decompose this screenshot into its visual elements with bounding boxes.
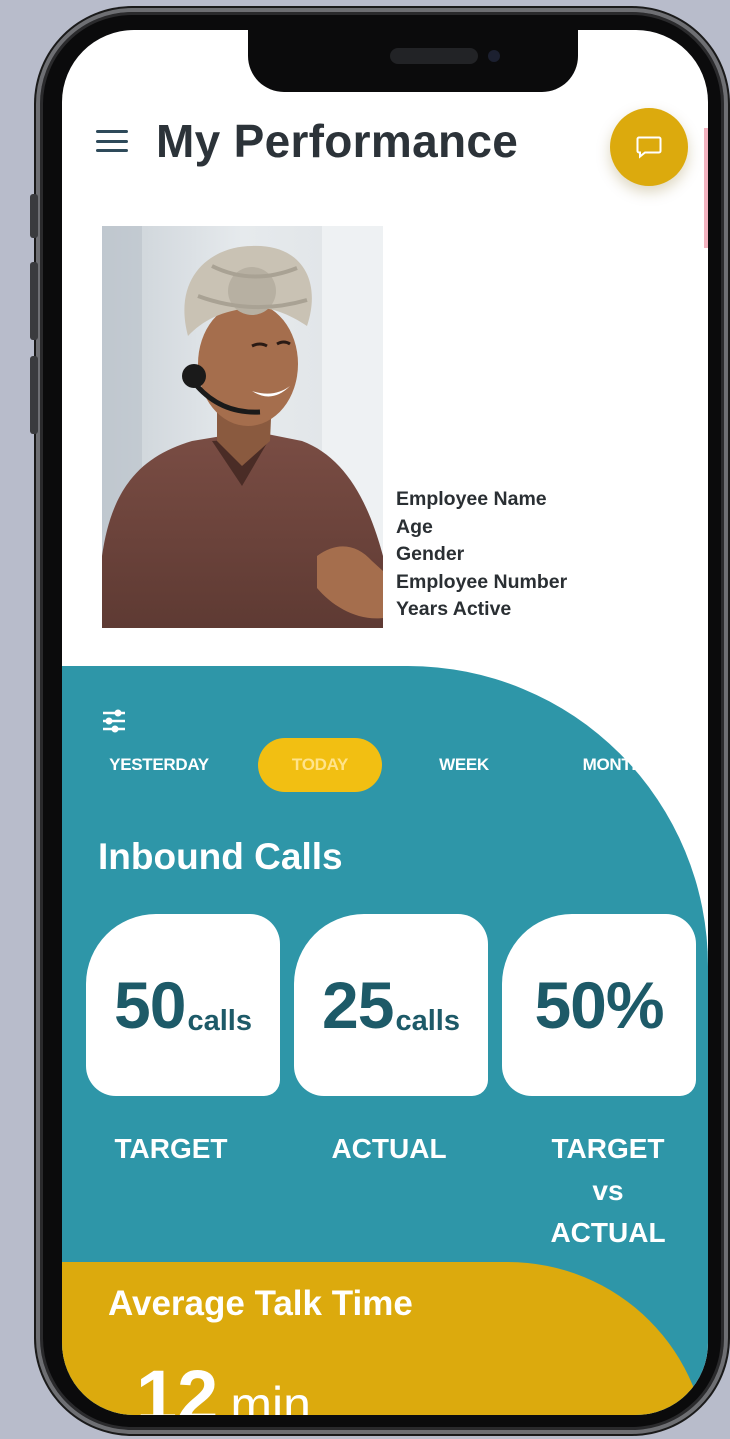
stat-unit-actual: calls xyxy=(395,1005,460,1037)
employee-photo xyxy=(102,226,383,628)
stat-card-ratio: 50% xyxy=(502,914,696,1096)
profile-field-age: Age xyxy=(396,515,433,538)
notch xyxy=(248,30,578,92)
scroll-indicator xyxy=(704,128,708,248)
sliders-icon[interactable] xyxy=(100,708,128,734)
profile-field-years-active: Years Active xyxy=(396,598,512,620)
phone-screen: My Performance Employee Name Age Gender … xyxy=(62,30,708,1415)
tab-month[interactable]: MONTH xyxy=(556,738,670,792)
stat-unit-target: calls xyxy=(187,1005,252,1037)
stat-card-target: 50 calls xyxy=(86,914,280,1096)
stat-label-ratio: TARGET vs ACTUAL xyxy=(550,1133,666,1248)
chat-bubble-icon xyxy=(636,136,662,159)
stat-value-actual: 25 xyxy=(322,968,394,1042)
volume-up-button xyxy=(30,262,38,340)
volume-down-button xyxy=(30,356,38,434)
section-title-talk-time: Average Talk Time xyxy=(108,1284,413,1323)
page-title: My Performance xyxy=(156,115,519,167)
hamburger-icon[interactable] xyxy=(96,130,128,152)
stat-value-ratio: 50% xyxy=(534,968,664,1042)
tab-today[interactable]: TODAY xyxy=(258,738,382,792)
period-tabs: YESTERDAY TODAY WEEK MONTH xyxy=(62,738,708,792)
stat-value-target: 50 xyxy=(114,968,186,1042)
stat-label-target: TARGET xyxy=(114,1133,228,1164)
stat-card-actual: 25 calls xyxy=(294,914,488,1096)
talk-time-number: 12 xyxy=(136,1355,219,1416)
mute-switch xyxy=(30,194,38,238)
profile-field-gender: Gender xyxy=(396,543,465,565)
stat-label-actual: ACTUAL xyxy=(331,1133,447,1164)
profile-field-name: Employee Name xyxy=(396,488,547,510)
tab-yesterday[interactable]: YESTERDAY xyxy=(88,738,230,792)
front-camera xyxy=(488,50,500,62)
chat-button[interactable] xyxy=(610,108,688,186)
speaker-grille xyxy=(390,48,478,64)
section-title-inbound-calls: Inbound Calls xyxy=(98,836,343,877)
tab-week[interactable]: WEEK xyxy=(412,738,516,792)
profile-field-employee-number: Employee Number xyxy=(396,570,568,593)
talk-time-unit: min xyxy=(230,1377,311,1415)
talk-time-value: 12 min xyxy=(136,1360,311,1416)
profile-info: Employee Name Age Gender Employee Number… xyxy=(396,486,567,624)
